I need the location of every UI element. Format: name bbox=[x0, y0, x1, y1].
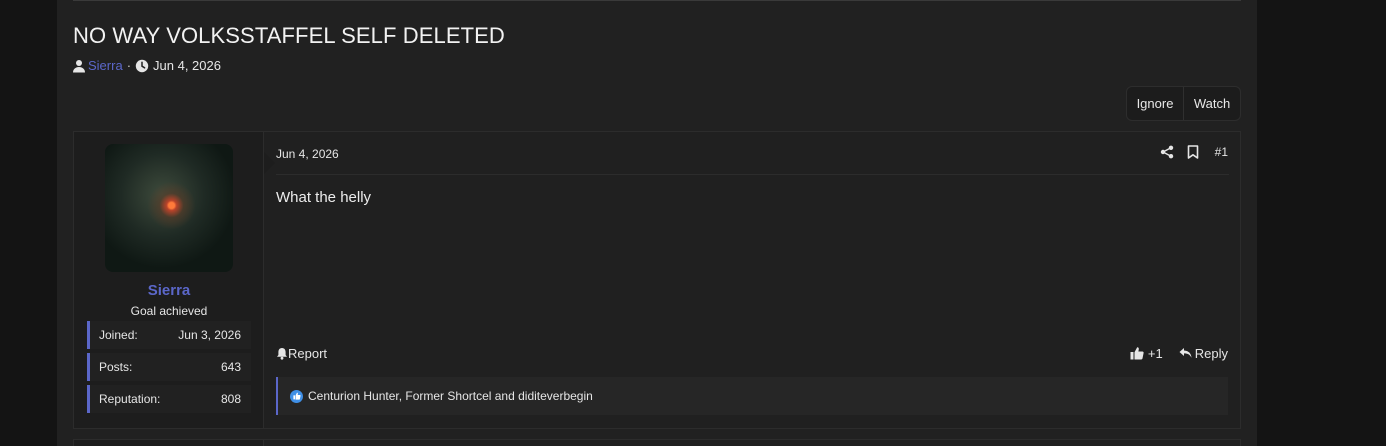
avatar[interactable] bbox=[105, 144, 233, 272]
reply-label: Reply bbox=[1194, 345, 1228, 361]
user-title: Goal achieved bbox=[130, 304, 208, 318]
clock-icon bbox=[135, 59, 149, 73]
stat-label: Reputation: bbox=[99, 392, 161, 406]
thread-author-link[interactable]: Sierra bbox=[88, 58, 123, 73]
reaction-count: +1 bbox=[1147, 345, 1163, 361]
reply-button[interactable]: Reply bbox=[1179, 346, 1228, 361]
user-stat-joined: Joined: Jun 3, 2026 bbox=[87, 321, 251, 349]
thread-meta: Sierra · Jun 4, 2026 bbox=[72, 58, 221, 73]
bell-icon bbox=[276, 347, 288, 360]
stat-value: 643 bbox=[220, 360, 241, 374]
top-divider bbox=[73, 0, 1241, 1]
like-button[interactable]: +1 bbox=[1130, 346, 1163, 361]
watch-button[interactable]: Watch bbox=[1183, 87, 1240, 120]
post-header-divider bbox=[276, 174, 1229, 175]
post-body: What the helly bbox=[276, 189, 372, 206]
post-username[interactable]: Sierra bbox=[74, 282, 264, 299]
post-date[interactable]: Jun 4, 2026 bbox=[276, 147, 339, 161]
post-footer: Report +1 Reply bbox=[276, 343, 1228, 363]
thread-date[interactable]: Jun 4, 2026 bbox=[153, 58, 221, 73]
like-reaction-icon bbox=[290, 389, 303, 403]
reactions-summary-text: Centurion Hunter, Former Shortcel and di… bbox=[308, 389, 593, 403]
stat-label: Joined: bbox=[99, 328, 138, 342]
reply-icon bbox=[1179, 347, 1192, 359]
post-header-actions: #1 bbox=[1160, 145, 1228, 159]
post: Sierra Goal achieved Joined: Jun 3, 2026… bbox=[73, 131, 1241, 429]
stat-label: Posts: bbox=[99, 360, 133, 374]
next-post-user-panel bbox=[74, 440, 264, 446]
reactions-summary[interactable]: Centurion Hunter, Former Shortcel and di… bbox=[276, 377, 1228, 415]
user-stat-reputation: Reputation: 808 bbox=[87, 385, 251, 413]
thumbs-up-icon bbox=[1130, 346, 1144, 360]
share-icon[interactable] bbox=[1160, 145, 1174, 159]
report-button[interactable]: Report bbox=[276, 346, 327, 361]
thread-action-buttons: Ignore Watch bbox=[1126, 86, 1241, 121]
post-main: Jun 4, 2026 #1 What the helly Report +1 … bbox=[265, 132, 1240, 428]
page-container: NO WAY VOLKSSTAFFEL SELF DELETED Sierra … bbox=[57, 0, 1257, 446]
user-icon bbox=[72, 59, 86, 73]
thread-title: NO WAY VOLKSSTAFFEL SELF DELETED bbox=[73, 23, 505, 48]
meta-separator: · bbox=[126, 58, 132, 73]
post-number-link[interactable]: #1 bbox=[1215, 145, 1228, 159]
user-stat-posts: Posts: 643 bbox=[87, 353, 251, 381]
ignore-button[interactable]: Ignore bbox=[1127, 87, 1183, 120]
bookmark-icon[interactable] bbox=[1186, 145, 1200, 159]
stat-value: 808 bbox=[220, 392, 241, 406]
report-label: Report bbox=[288, 345, 328, 361]
stat-value: Jun 3, 2026 bbox=[178, 328, 241, 342]
post-user-panel: Sierra Goal achieved Joined: Jun 3, 2026… bbox=[74, 132, 264, 428]
next-post bbox=[73, 439, 1241, 446]
post-footer-actions: +1 Reply bbox=[1130, 346, 1228, 361]
